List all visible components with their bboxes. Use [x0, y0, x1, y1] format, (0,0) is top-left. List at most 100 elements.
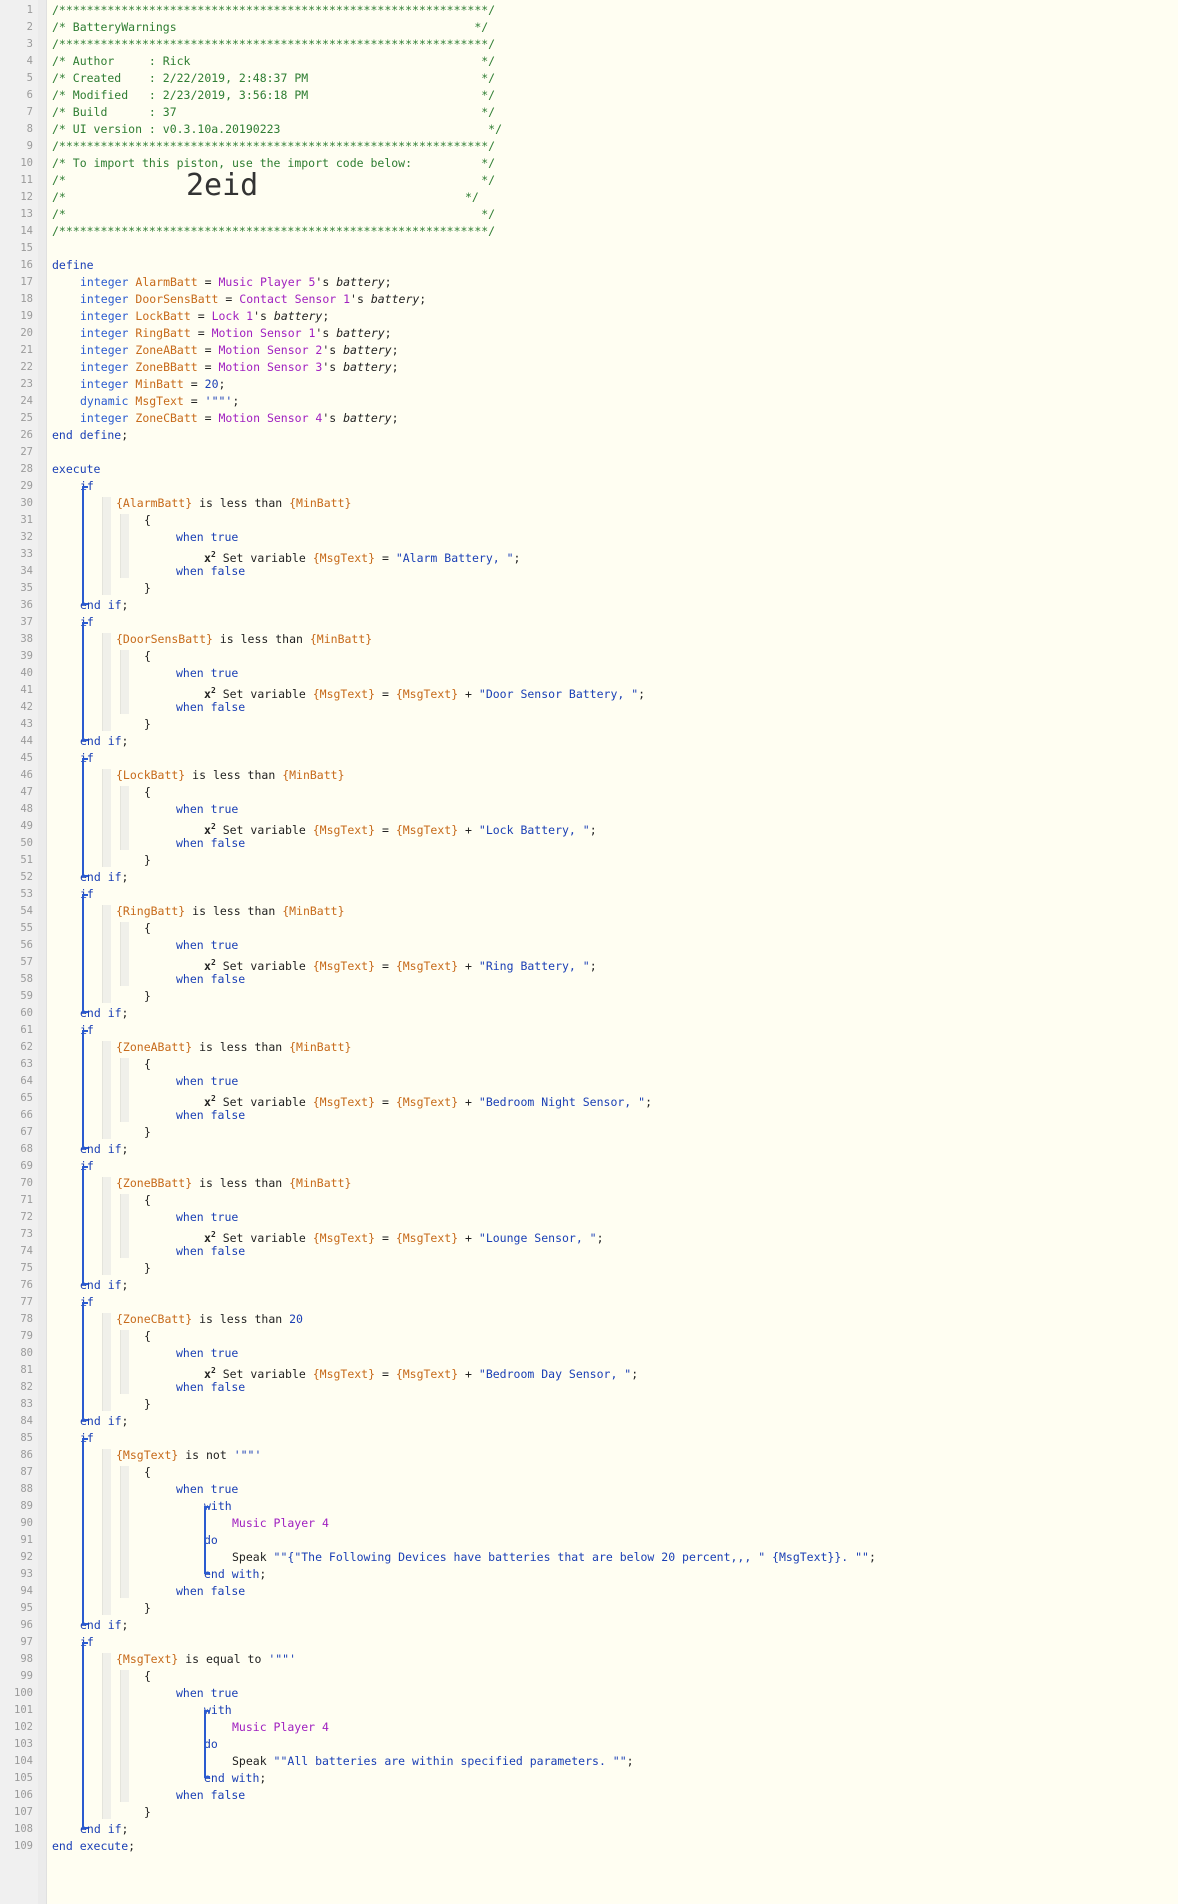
code-line[interactable]: 48 when true	[0, 801, 1178, 818]
code-line[interactable]: 42 when false	[0, 699, 1178, 716]
code-line[interactable]: 70 {ZoneBBatt} is less than {MinBatt}	[0, 1175, 1178, 1192]
code-line[interactable]: 77 if	[0, 1294, 1178, 1311]
code-line[interactable]: 5 /* Created : 2/22/2019, 2:48:37 PM */	[0, 70, 1178, 87]
code-line[interactable]: 59}	[0, 988, 1178, 1005]
code-line[interactable]: 28 execute	[0, 461, 1178, 478]
code-line[interactable]: 100 when true	[0, 1685, 1178, 1702]
code-line[interactable]: 80 when true	[0, 1345, 1178, 1362]
code-line[interactable]: 87 {	[0, 1464, 1178, 1481]
code-line[interactable]: 96 end if;	[0, 1617, 1178, 1634]
code-line[interactable]: 38 {DoorSensBatt} is less than {MinBatt}	[0, 631, 1178, 648]
code-line[interactable]: 102 Music Player 4	[0, 1719, 1178, 1736]
code-line[interactable]: 108 end if;	[0, 1821, 1178, 1838]
code-line[interactable]: 8 /* UI version : v0.3.10a.20190223 */	[0, 121, 1178, 138]
code-line[interactable]: 104 Speak ""All batteries are within spec…	[0, 1753, 1178, 1770]
code-line[interactable]: 68 end if;	[0, 1141, 1178, 1158]
code-line[interactable]: 27	[0, 444, 1178, 461]
code-line[interactable]: 52 end if;	[0, 869, 1178, 886]
code-line[interactable]: 50 when false	[0, 835, 1178, 852]
code-line[interactable]: 106 when false	[0, 1787, 1178, 1804]
code-line[interactable]: 17 integer AlarmBatt = Music Player 5's b…	[0, 274, 1178, 291]
code-line[interactable]: 79 {	[0, 1328, 1178, 1345]
code-line[interactable]: 81 x2 Set variable {MsgText} = {MsgText} …	[0, 1362, 1178, 1381]
code-line[interactable]: 88 when true	[0, 1481, 1178, 1498]
code-line[interactable]: 18 integer DoorSensBatt = Contact Sensor …	[0, 291, 1178, 308]
code-line[interactable]: 51}	[0, 852, 1178, 869]
code-line[interactable]: 41 x2 Set variable {MsgText} = {MsgText} …	[0, 682, 1178, 701]
code-line[interactable]: 3 /**************************************…	[0, 36, 1178, 53]
code-line[interactable]: 57 x2 Set variable {MsgText} = {MsgText} …	[0, 954, 1178, 973]
code-line[interactable]: 23 integer MinBatt = 20;	[0, 376, 1178, 393]
code-line[interactable]: 16 define	[0, 257, 1178, 274]
code-line[interactable]: 94 when false	[0, 1583, 1178, 1600]
code-line[interactable]: 44 end if;	[0, 733, 1178, 750]
code-line[interactable]: 54 {RingBatt} is less than {MinBatt}	[0, 903, 1178, 920]
code-line[interactable]: 61 if	[0, 1022, 1178, 1039]
code-line[interactable]: 14 /*************************************…	[0, 223, 1178, 240]
code-line[interactable]: 73 x2 Set variable {MsgText} = {MsgText} …	[0, 1226, 1178, 1245]
code-line[interactable]: 47 {	[0, 784, 1178, 801]
code-line[interactable]: 95}	[0, 1600, 1178, 1617]
code-line[interactable]: 86 {MsgText} is not '""'	[0, 1447, 1178, 1464]
code-line[interactable]: 101 with	[0, 1702, 1178, 1719]
code-line[interactable]: 97 if	[0, 1634, 1178, 1651]
code-line[interactable]: 21 integer ZoneABatt = Motion Sensor 2's …	[0, 342, 1178, 359]
code-line[interactable]: 62 {ZoneABatt} is less than {MinBatt}	[0, 1039, 1178, 1056]
code-line[interactable]: 82 when false	[0, 1379, 1178, 1396]
code-line[interactable]: 75}	[0, 1260, 1178, 1277]
code-line[interactable]: 19 integer LockBatt = Lock 1's battery;	[0, 308, 1178, 325]
code-line[interactable]: 90 Music Player 4	[0, 1515, 1178, 1532]
code-line[interactable]: 32 when true	[0, 529, 1178, 546]
code-line[interactable]: 78 {ZoneCBatt} is less than 20	[0, 1311, 1178, 1328]
code-line[interactable]: 60 end if;	[0, 1005, 1178, 1022]
code-line[interactable]: 39 {	[0, 648, 1178, 665]
code-line[interactable]: 85 if	[0, 1430, 1178, 1447]
code-line[interactable]: 13 /* */	[0, 206, 1178, 223]
code-line[interactable]: 89 with	[0, 1498, 1178, 1515]
code-line[interactable]: 12 /* 2eid */	[0, 171, 1178, 206]
code-line[interactable]: 10 /* To import this piston, use the impo…	[0, 155, 1178, 172]
code-line[interactable]: 2 /* BatteryWarnings */	[0, 19, 1178, 36]
code-line[interactable]: 63 {	[0, 1056, 1178, 1073]
code-line[interactable]: 93 end with;	[0, 1566, 1178, 1583]
code-line[interactable]: 58 when false	[0, 971, 1178, 988]
code-line[interactable]: 30 {AlarmBatt} is less than {MinBatt}	[0, 495, 1178, 512]
code-line[interactable]: 34 when false	[0, 563, 1178, 580]
code-line[interactable]: 55 {	[0, 920, 1178, 937]
code-line[interactable]: 69 if	[0, 1158, 1178, 1175]
code-line[interactable]: 43}	[0, 716, 1178, 733]
code-line[interactable]: 4 /* Author : Rick */	[0, 53, 1178, 70]
code-line[interactable]: 64 when true	[0, 1073, 1178, 1090]
code-line[interactable]: 26 end define;	[0, 427, 1178, 444]
code-line[interactable]: 1 /**************************************…	[0, 2, 1178, 19]
code-line[interactable]: 24 dynamic MsgText = '""';	[0, 393, 1178, 410]
code-line[interactable]: 98 {MsgText} is equal to '""'	[0, 1651, 1178, 1668]
code-line[interactable]: 15	[0, 240, 1178, 257]
code-line[interactable]: 49 x2 Set variable {MsgText} = {MsgText} …	[0, 818, 1178, 837]
code-line[interactable]: 84 end if;	[0, 1413, 1178, 1430]
code-line[interactable]: 99 {	[0, 1668, 1178, 1685]
code-line[interactable]: 66 when false	[0, 1107, 1178, 1124]
code-line[interactable]: 20 integer RingBatt = Motion Sensor 1's b…	[0, 325, 1178, 342]
code-line[interactable]: 65 x2 Set variable {MsgText} = {MsgText} …	[0, 1090, 1178, 1109]
code-line[interactable]: 22 integer ZoneBBatt = Motion Sensor 3's …	[0, 359, 1178, 376]
code-line[interactable]: 40 when true	[0, 665, 1178, 682]
code-line[interactable]: 33 x2 Set variable {MsgText} = "Alarm Bat…	[0, 546, 1178, 565]
code-line[interactable]: 56 when true	[0, 937, 1178, 954]
code-line[interactable]: 71 {	[0, 1192, 1178, 1209]
code-line[interactable]: 107}	[0, 1804, 1178, 1821]
code-line[interactable]: 76 end if;	[0, 1277, 1178, 1294]
code-line[interactable]: 31 {	[0, 512, 1178, 529]
code-line[interactable]: 83}	[0, 1396, 1178, 1413]
code-line[interactable]: 7 /* Build : 37 */	[0, 104, 1178, 121]
code-line[interactable]: 37 if	[0, 614, 1178, 631]
code-line[interactable]: 36 end if;	[0, 597, 1178, 614]
code-line[interactable]: 74 when false	[0, 1243, 1178, 1260]
code-line[interactable]: 105 end with;	[0, 1770, 1178, 1787]
code-line[interactable]: 46 {LockBatt} is less than {MinBatt}	[0, 767, 1178, 784]
code-line[interactable]: 25 integer ZoneCBatt = Motion Sensor 4's …	[0, 410, 1178, 427]
code-line[interactable]: 103 do	[0, 1736, 1178, 1753]
code-line[interactable]: 35}	[0, 580, 1178, 597]
code-line[interactable]: 72 when true	[0, 1209, 1178, 1226]
code-line[interactable]: 6 /* Modified : 2/23/2019, 3:56:18 PM */	[0, 87, 1178, 104]
